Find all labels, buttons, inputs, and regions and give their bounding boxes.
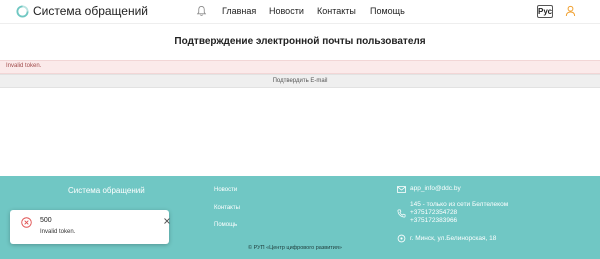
error-alert: Invalid token. <box>0 60 600 74</box>
phone-icon <box>397 209 406 218</box>
bell-icon[interactable] <box>196 5 207 17</box>
user-icon[interactable] <box>565 5 576 17</box>
nav-news-link[interactable]: Новости <box>269 6 304 16</box>
footer-address: г. Минск, ул.Белинорская, 18 <box>410 235 497 242</box>
nav-contacts-link[interactable]: Контакты <box>317 6 356 16</box>
toast-code: 500 <box>40 217 52 224</box>
footer-brand: Система обращений <box>68 186 145 195</box>
nav-help-link[interactable]: Помощь <box>370 6 405 16</box>
footer-email[interactable]: app_info@ddc.by <box>410 185 461 192</box>
close-icon[interactable] <box>163 217 171 225</box>
logo-icon[interactable] <box>16 5 29 18</box>
confirm-email-button[interactable]: Подтвердить E-mail <box>0 74 600 88</box>
location-icon <box>397 234 406 243</box>
footer-news-link[interactable]: Новости <box>214 187 237 193</box>
site-title[interactable]: Система обращений <box>33 4 148 18</box>
footer-help-link[interactable]: Помощь <box>214 222 237 228</box>
top-header: Система обращений Главная Новости Контак… <box>0 0 600 24</box>
footer-phone-note: 145 - только из сети Белтелеком <box>410 201 509 208</box>
copyright: © РУП «Центр цифрового развития» <box>248 245 342 251</box>
nav-home-link[interactable]: Главная <box>222 6 256 16</box>
page-title: Подтверждение электронной почты пользова… <box>174 36 426 47</box>
footer-phone-2[interactable]: +375172383966 <box>410 217 457 224</box>
error-toast: 500 Invalid token. <box>10 210 171 244</box>
error-icon <box>21 217 32 228</box>
alert-text: Invalid token. <box>6 63 42 69</box>
footer-phone-1[interactable]: +375172354728 <box>410 209 457 216</box>
footer-contacts-link[interactable]: Контакты <box>214 205 240 211</box>
toast-message: Invalid token. <box>40 229 76 235</box>
mail-icon <box>397 186 406 193</box>
language-switch[interactable]: Рус <box>537 5 553 18</box>
